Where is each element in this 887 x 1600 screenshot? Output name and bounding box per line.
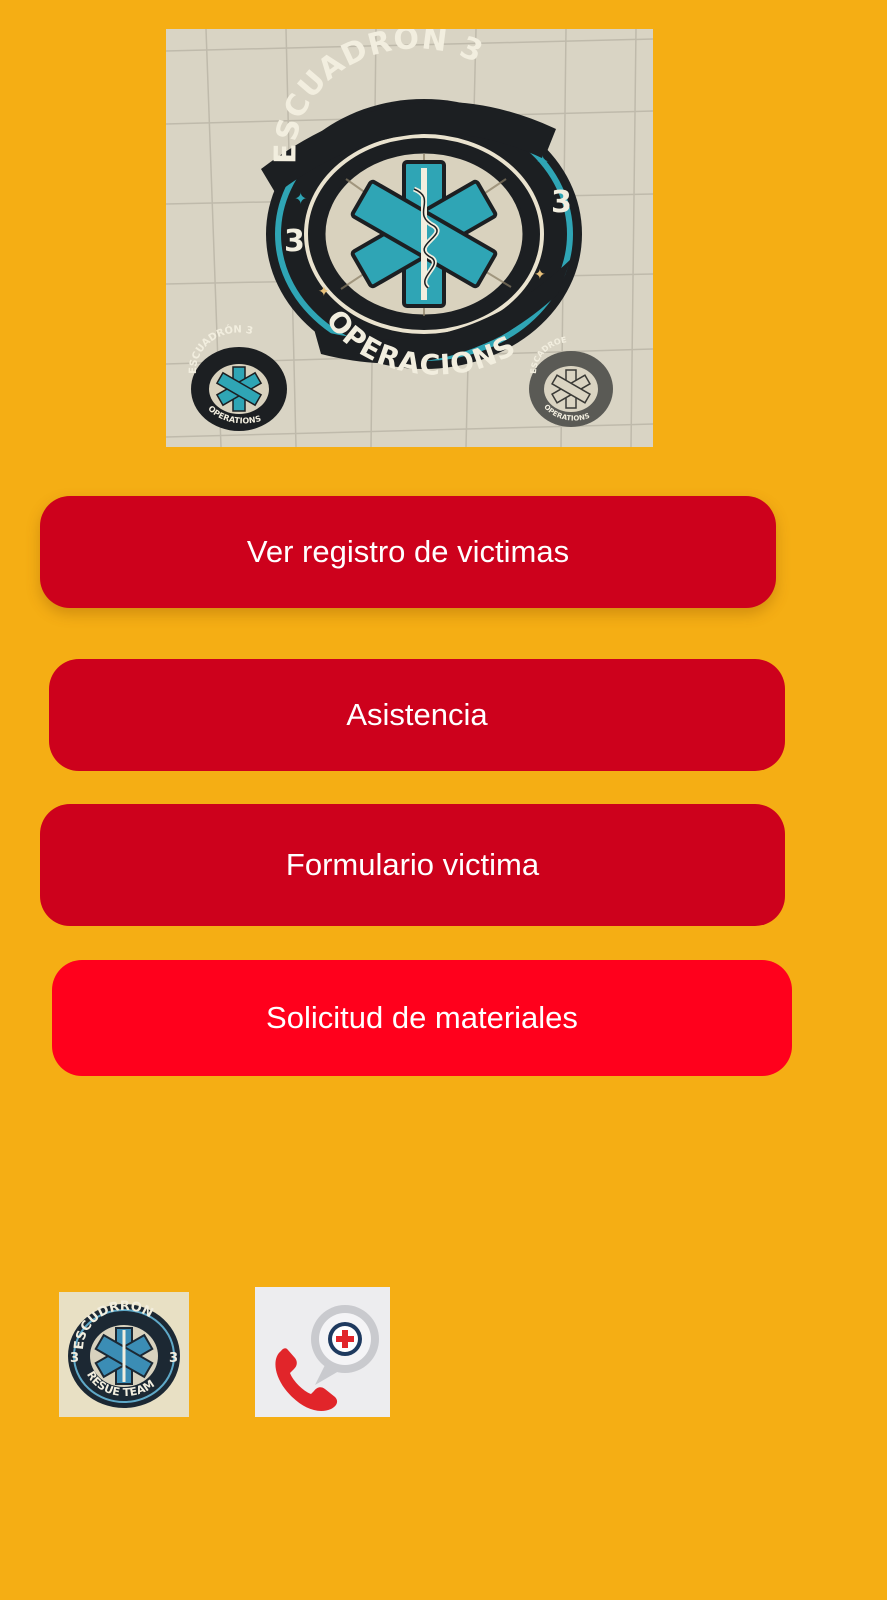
medical-call-icon	[275, 1305, 379, 1411]
emblem-number-right: 3	[551, 185, 572, 220]
svg-text:✦: ✦	[294, 191, 307, 208]
escuadron-emblem-icon: ESCUADRON 3 OPERACIONS 3 3 ✦ ✦ ✦ ✦ ESCUA…	[166, 29, 653, 447]
formulario-victima-button[interactable]: Formulario victima	[40, 804, 785, 926]
svg-text:✦: ✦	[534, 266, 546, 282]
asistencia-button[interactable]: Asistencia	[49, 659, 785, 771]
hero-emblem-image: ESCUADRON 3 OPERACIONS 3 3 ✦ ✦ ✦ ✦ ESCUA…	[166, 29, 653, 447]
svg-text:✦: ✦	[318, 283, 330, 299]
ver-registro-victimas-button[interactable]: Ver registro de victimas	[40, 496, 776, 608]
svg-text:✦: ✦	[536, 154, 549, 171]
rescue-team-logo-button[interactable]: ESCUDRRON RESUE TEAM 3 3	[59, 1292, 189, 1417]
logo-number-left: 3	[70, 1351, 79, 1366]
solicitud-materiales-button[interactable]: Solicitud de materiales	[52, 960, 792, 1076]
rescue-team-logo-icon: ESCUDRRON RESUE TEAM 3 3	[68, 1299, 180, 1408]
medical-call-button[interactable]	[255, 1287, 390, 1417]
emblem-number-left: 3	[284, 224, 305, 259]
logo-number-right: 3	[169, 1351, 178, 1366]
